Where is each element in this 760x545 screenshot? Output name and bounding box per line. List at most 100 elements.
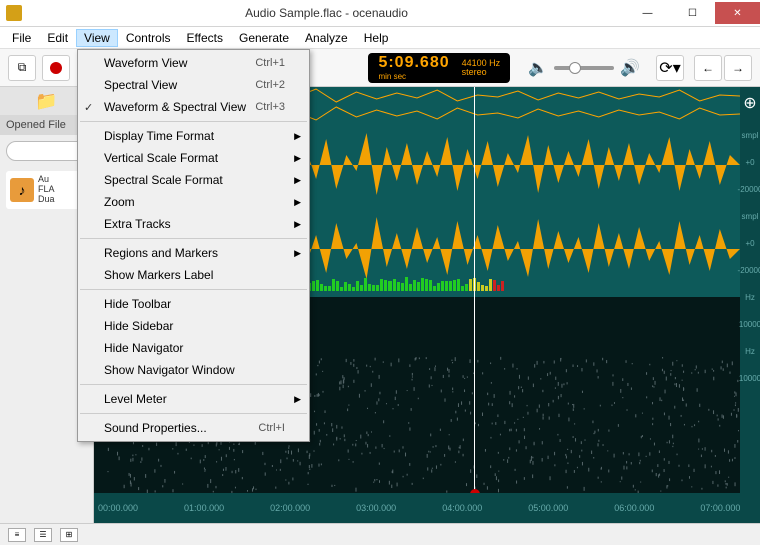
file-item[interactable]: ♪ Au FLA Dua	[6, 171, 87, 209]
time-label: min sec	[378, 72, 449, 81]
menu-effects[interactable]: Effects	[179, 29, 231, 47]
menu-separator	[80, 413, 307, 414]
time-display: 5:09.680 min sec 44100 Hz stereo	[368, 53, 510, 83]
menu-item-regions-and-markers[interactable]: Regions and Markers ▶	[78, 242, 309, 264]
zoom-in-icon[interactable]: ⊕	[743, 93, 756, 113]
menu-file[interactable]: File	[4, 29, 39, 47]
timeline-tick: 04:00.000	[442, 503, 482, 513]
timeline-tick: 02:00.000	[270, 503, 310, 513]
menu-controls[interactable]: Controls	[118, 29, 179, 47]
view-detail-button[interactable]: ☰	[34, 528, 52, 542]
menu-item-waveform-spectral-view[interactable]: ✓ Waveform & Spectral View Ctrl+3	[78, 96, 309, 118]
playhead[interactable]	[474, 87, 475, 493]
menu-item-label: Show Markers Label	[104, 268, 213, 282]
menu-item-label: Level Meter	[104, 392, 167, 406]
submenu-arrow-icon: ▶	[294, 175, 301, 186]
volume-high-icon: 🔊	[620, 58, 640, 78]
search-input[interactable]	[6, 141, 87, 161]
channel-mode: stereo	[462, 68, 501, 77]
submenu-arrow-icon: ▶	[294, 394, 301, 405]
menu-edit[interactable]: Edit	[39, 29, 76, 47]
scale-label: +0	[745, 158, 754, 167]
menu-separator	[80, 384, 307, 385]
menu-item-label: Hide Toolbar	[104, 297, 171, 311]
menu-item-spectral-scale-format[interactable]: Spectral Scale Format ▶	[78, 169, 309, 191]
menu-item-hide-sidebar[interactable]: Hide Sidebar	[78, 315, 309, 337]
volume-slider[interactable]	[554, 66, 614, 70]
menu-separator	[80, 121, 307, 122]
menu-shortcut: Ctrl+I	[258, 422, 285, 434]
scale-label: +0	[745, 239, 754, 248]
menu-analyze[interactable]: Analyze	[297, 29, 356, 47]
menu-item-label: Spectral View	[104, 78, 177, 92]
volume-control[interactable]: 🔈 🔊	[528, 58, 640, 78]
rewind-button[interactable]: ⧉	[8, 55, 36, 81]
menu-item-label: Hide Navigator	[104, 341, 183, 355]
menu-item-spectral-view[interactable]: Spectral View Ctrl+2	[78, 74, 309, 96]
scale-label: Hz	[745, 347, 755, 356]
timeline-tick: 06:00.000	[614, 503, 654, 513]
scale-label: Hz	[745, 293, 755, 302]
menu-item-label: Spectral Scale Format	[104, 173, 223, 187]
menu-item-label: Display Time Format	[104, 129, 214, 143]
view-grid-button[interactable]: ⊞	[60, 528, 78, 542]
menu-shortcut: Ctrl+2	[255, 79, 285, 91]
timeline-tick: 00:00.000	[98, 503, 138, 513]
nav-back-button[interactable]: ←	[694, 55, 722, 81]
scale-label: -20000	[738, 266, 760, 275]
menu-item-show-markers-label[interactable]: Show Markers Label	[78, 264, 309, 286]
menu-item-label: Waveform & Spectral View	[104, 100, 246, 114]
record-button[interactable]	[42, 55, 70, 81]
history-button[interactable]: ⟳▾	[656, 55, 684, 81]
menu-shortcut: Ctrl+1	[255, 57, 285, 69]
scale-label: 10000	[739, 374, 760, 383]
check-icon: ✓	[84, 101, 93, 114]
minimize-button[interactable]: —	[625, 2, 670, 24]
scale-label: smpl	[742, 131, 759, 140]
view-list-button[interactable]: ≡	[8, 528, 26, 542]
scale-label: 10000	[739, 320, 760, 329]
menu-item-label: Regions and Markers	[104, 246, 218, 260]
file-info: Au FLA Dua	[38, 175, 55, 205]
menu-item-display-time-format[interactable]: Display Time Format▶	[78, 125, 309, 147]
menu-item-show-navigator-window[interactable]: Show Navigator Window	[78, 359, 309, 381]
menu-view[interactable]: View	[76, 29, 118, 47]
close-button[interactable]: ✕	[715, 2, 760, 24]
timeline-tick: 07:00.000	[700, 503, 740, 513]
submenu-arrow-icon: ▶	[294, 153, 301, 164]
menu-item-label: Show Navigator Window	[104, 363, 235, 377]
maximize-button[interactable]: ☐	[670, 2, 715, 24]
time-value: 5:09.680	[378, 54, 449, 72]
timeline-tick: 01:00.000	[184, 503, 224, 513]
status-bar: ≡ ☰ ⊞	[0, 523, 760, 545]
menu-item-extra-tracks[interactable]: Extra Tracks ▶	[78, 213, 309, 235]
audio-file-icon: ♪	[10, 178, 34, 202]
nav-forward-button[interactable]: →	[724, 55, 752, 81]
menu-item-waveform-view[interactable]: Waveform View Ctrl+1	[78, 52, 309, 74]
right-scale: ⊕ smpl+0-20000smpl+0-20000Hz10000Hz10000	[740, 87, 760, 523]
menu-shortcut: Ctrl+3	[255, 101, 285, 113]
menu-item-vertical-scale-format[interactable]: Vertical Scale Format ▶	[78, 147, 309, 169]
menu-item-label: Sound Properties...	[104, 421, 207, 435]
menu-bar: FileEditViewControlsEffectsGenerateAnaly…	[0, 27, 760, 49]
record-icon	[50, 62, 62, 74]
menu-item-zoom[interactable]: Zoom▶	[78, 191, 309, 213]
app-icon	[6, 5, 22, 21]
volume-thumb[interactable]	[569, 62, 581, 74]
menu-item-label: Waveform View	[104, 56, 187, 70]
submenu-arrow-icon: ▶	[294, 197, 301, 208]
menu-help[interactable]: Help	[356, 29, 397, 47]
timeline-tick: 03:00.000	[356, 503, 396, 513]
title-bar: Audio Sample.flac - ocenaudio — ☐ ✕	[0, 0, 760, 27]
menu-item-hide-navigator[interactable]: Hide Navigator	[78, 337, 309, 359]
menu-separator	[80, 238, 307, 239]
menu-item-sound-properties-[interactable]: Sound Properties... Ctrl+I	[78, 417, 309, 439]
menu-generate[interactable]: Generate	[231, 29, 297, 47]
submenu-arrow-icon: ▶	[294, 219, 301, 230]
menu-item-label: Vertical Scale Format	[104, 151, 218, 165]
menu-item-label: Extra Tracks	[104, 217, 171, 231]
submenu-arrow-icon: ▶	[294, 248, 301, 259]
menu-item-hide-toolbar[interactable]: Hide Toolbar	[78, 293, 309, 315]
menu-item-level-meter[interactable]: Level Meter ▶	[78, 388, 309, 410]
timeline[interactable]: 00:00.000 01:00.000 02:00.000 03:00.000 04:0…	[94, 493, 740, 523]
